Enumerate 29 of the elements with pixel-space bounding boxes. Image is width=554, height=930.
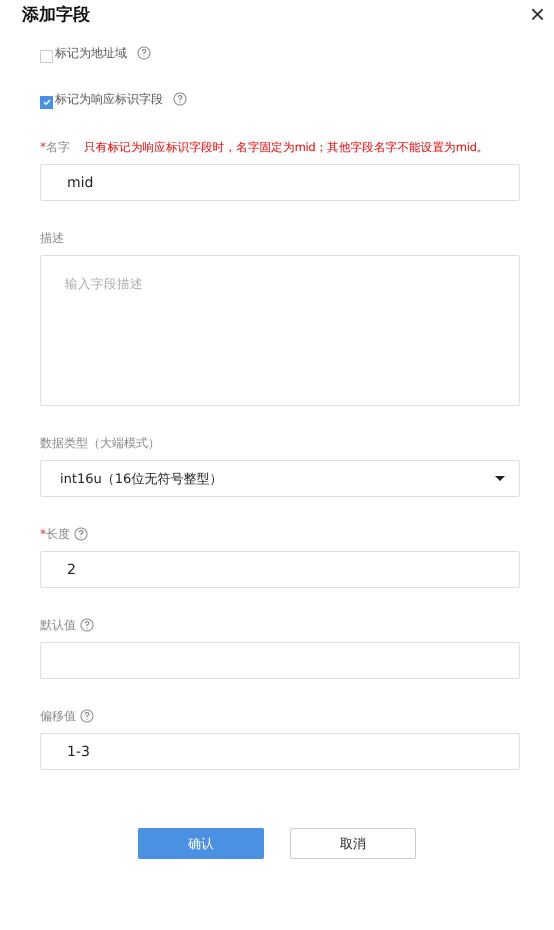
dialog-title: 添加字段	[22, 4, 90, 26]
help-icon[interactable]	[137, 46, 151, 60]
help-icon[interactable]	[173, 92, 187, 106]
description-field[interactable]: 输入字段描述	[40, 255, 520, 406]
checkbox[interactable]	[40, 96, 53, 108]
required-mark: *	[40, 527, 46, 541]
checkbox[interactable]	[40, 50, 53, 62]
close-button[interactable]: ×	[530, 1, 545, 27]
checkbox-label: 标记为响应标识字段	[55, 90, 163, 108]
field-label: 数据类型（大端模式）	[40, 434, 160, 452]
field-label: 偏移值	[40, 708, 76, 724]
cancel-button[interactable]: 取消	[290, 828, 416, 859]
required-mark: *	[40, 140, 46, 154]
field-label: 描述	[40, 230, 64, 246]
dropdown[interactable]: int16u（16位无符号整型）	[40, 460, 520, 497]
check-icon	[42, 97, 52, 107]
input-field[interactable]: mid	[40, 164, 520, 201]
input-field[interactable]: 2	[40, 551, 520, 588]
checkbox-label: 标记为地址域	[55, 44, 127, 62]
field-label: 长度	[46, 526, 70, 542]
help-icon[interactable]	[80, 618, 94, 632]
help-icon[interactable]	[80, 709, 94, 723]
hint-text: 只有标记为响应标识字段时，名字固定为mid；其他字段名字不能设置为mid。	[84, 140, 488, 154]
help-icon[interactable]	[74, 527, 88, 541]
field-label: 名字	[46, 138, 70, 156]
input-field[interactable]	[40, 642, 520, 679]
input-field[interactable]: 1-3	[40, 733, 520, 770]
field-label: 默认值	[40, 616, 76, 634]
caret-icon	[495, 476, 505, 482]
